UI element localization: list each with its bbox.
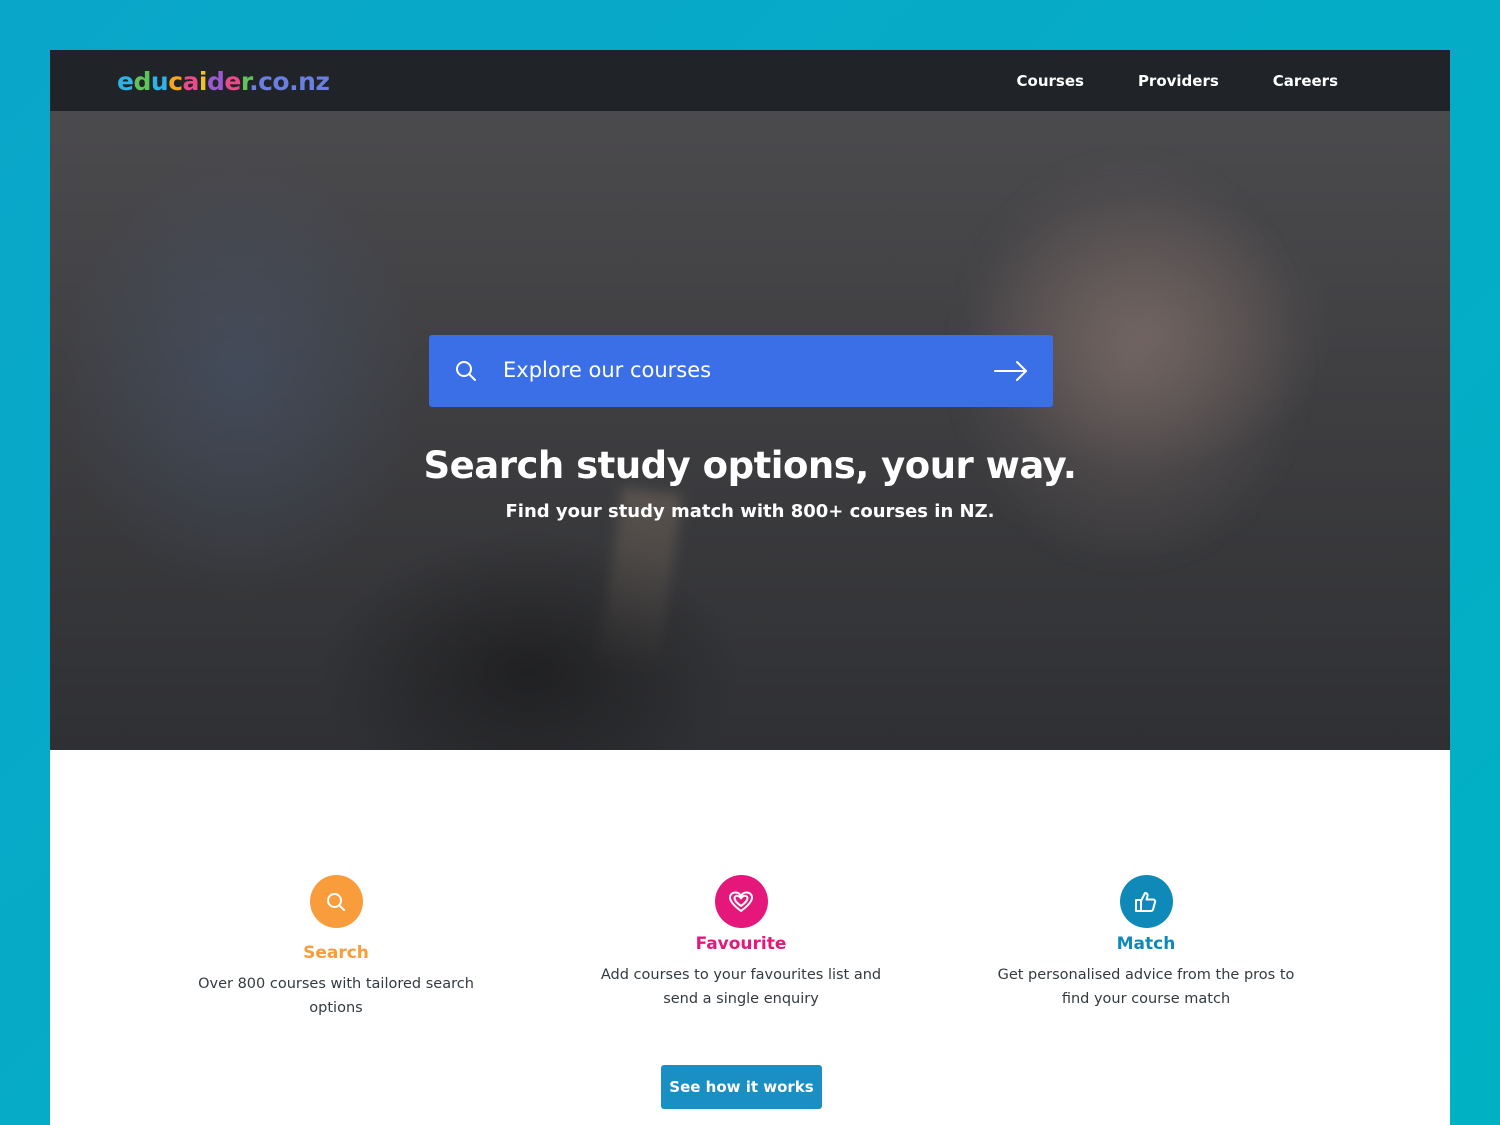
hero-title: Search study options, your way. [423,444,1077,487]
nav-careers[interactable]: Careers [1273,72,1338,90]
feature-description: Over 800 courses with tailored search op… [198,976,474,1016]
course-search-bar[interactable]: Explore our courses [429,335,1053,407]
logo-letter: .co.nz [249,67,330,96]
browser-frame: educaider.co.nz Courses Providers Career… [50,50,1450,1125]
match-feature-icon-badge [1119,875,1173,928]
feature-description: Get personalised advice from the pros to… [997,967,1295,1007]
search-feature-icon-badge [309,875,363,928]
feature-title: Match [1116,934,1176,954]
logo-letter: u [150,67,169,96]
nav-courses[interactable]: Courses [1017,72,1084,90]
site-logo[interactable]: educaider.co.nz [117,64,330,100]
search-icon [456,361,476,381]
arrow-right-icon[interactable] [993,359,1029,383]
logo-letter: d [133,67,151,96]
search-icon [327,892,345,911]
heart-icon [729,891,753,912]
feature-match: Match Get personalised advice from the p… [976,875,1316,1011]
feature-description: Add courses to your favourites list and … [600,967,882,1007]
feature-favourite: Favourite Add courses to your favourites… [571,875,911,1011]
logo-letter: d [206,67,225,96]
hero-banner: Explore our courses Search study options… [50,111,1450,750]
logo-letter: e [117,67,134,96]
logo-letter: i [198,67,208,96]
logo-letter: e [224,67,241,96]
feature-title: Favourite [695,934,787,954]
hero-subtitle: Find your study match with 800+ courses … [505,501,995,522]
logo-letter: r [240,67,250,96]
logo-letter: c [168,67,183,96]
logo-letter: a [182,67,200,96]
main-nav: Courses Providers Careers [1017,50,1338,111]
navbar: educaider.co.nz Courses Providers Career… [50,50,1450,111]
feature-search: Search Over 800 courses with tailored se… [166,875,506,1020]
feature-title: Search [303,943,369,963]
search-input[interactable]: Explore our courses [503,355,711,385]
thumbs-up-icon [1135,891,1157,912]
see-how-it-works-button[interactable]: See how it works [661,1065,822,1109]
nav-providers[interactable]: Providers [1138,72,1219,90]
favourite-feature-icon-badge [714,875,768,928]
